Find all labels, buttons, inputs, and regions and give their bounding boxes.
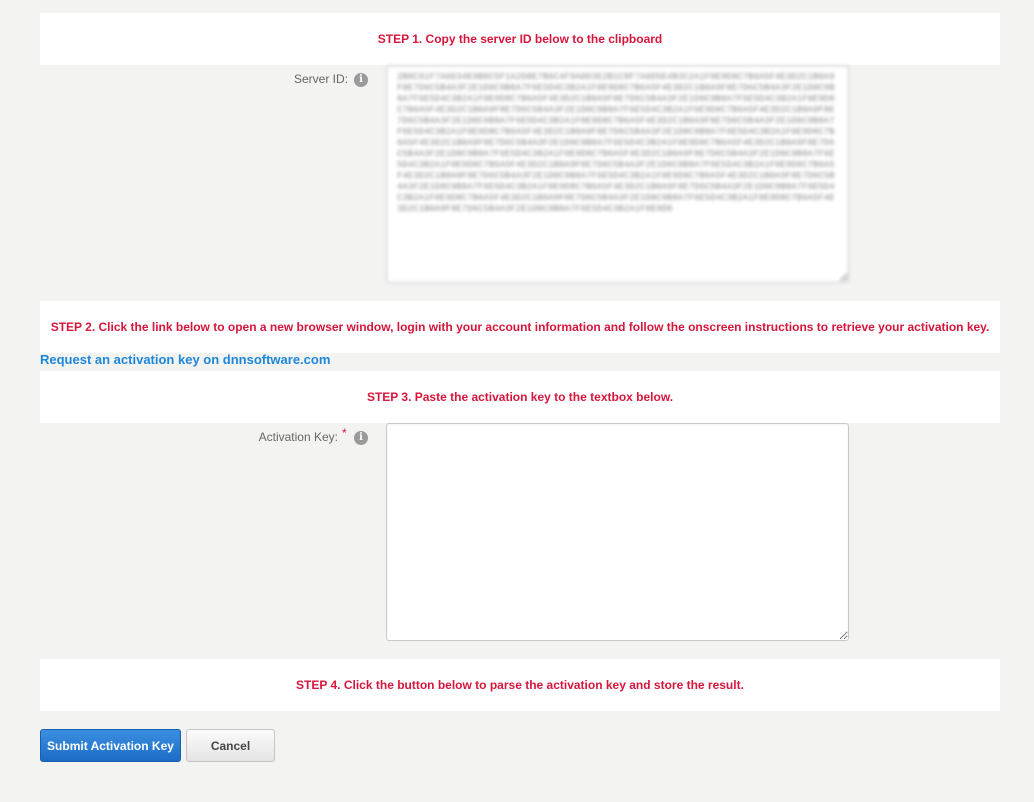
step-4-instruction: STEP 4. Click the button below to parse … — [40, 659, 1000, 711]
step-3-text: Paste the activation key to the textbox … — [411, 390, 674, 404]
step-3-instruction: STEP 3. Paste the activation key to the … — [40, 371, 1000, 423]
activation-key-textarea[interactable] — [386, 423, 849, 641]
server-id-label: Server ID: — [293, 72, 348, 86]
server-id-textarea[interactable] — [386, 65, 849, 283]
request-activation-key-link[interactable]: Request an activation key on dnnsoftware… — [40, 352, 330, 367]
step-2-text: Click the link below to open a new brows… — [95, 320, 990, 334]
activation-key-label: Activation Key: — [258, 430, 338, 444]
required-asterisk: * — [342, 426, 347, 440]
step-1-instruction: STEP 1. Copy the server ID below to the … — [40, 13, 1000, 65]
server-id-info-icon[interactable]: i — [354, 73, 368, 87]
cancel-button[interactable]: Cancel — [186, 729, 275, 762]
step-4-text: Click the button below to parse the acti… — [340, 678, 744, 692]
step-2-instruction: STEP 2. Click the link below to open a n… — [40, 301, 1000, 353]
step-1-text: Copy the server ID below to the clipboar… — [422, 32, 663, 46]
submit-activation-key-button[interactable]: Submit Activation Key — [40, 729, 181, 762]
step-3-lead: STEP 3. — [366, 390, 412, 404]
step-2-lead: STEP 2. — [50, 320, 96, 334]
activation-key-info-icon[interactable]: i — [354, 431, 368, 445]
step-4-lead: STEP 4. — [296, 678, 341, 692]
step-1-lead: STEP 1. — [377, 32, 423, 46]
